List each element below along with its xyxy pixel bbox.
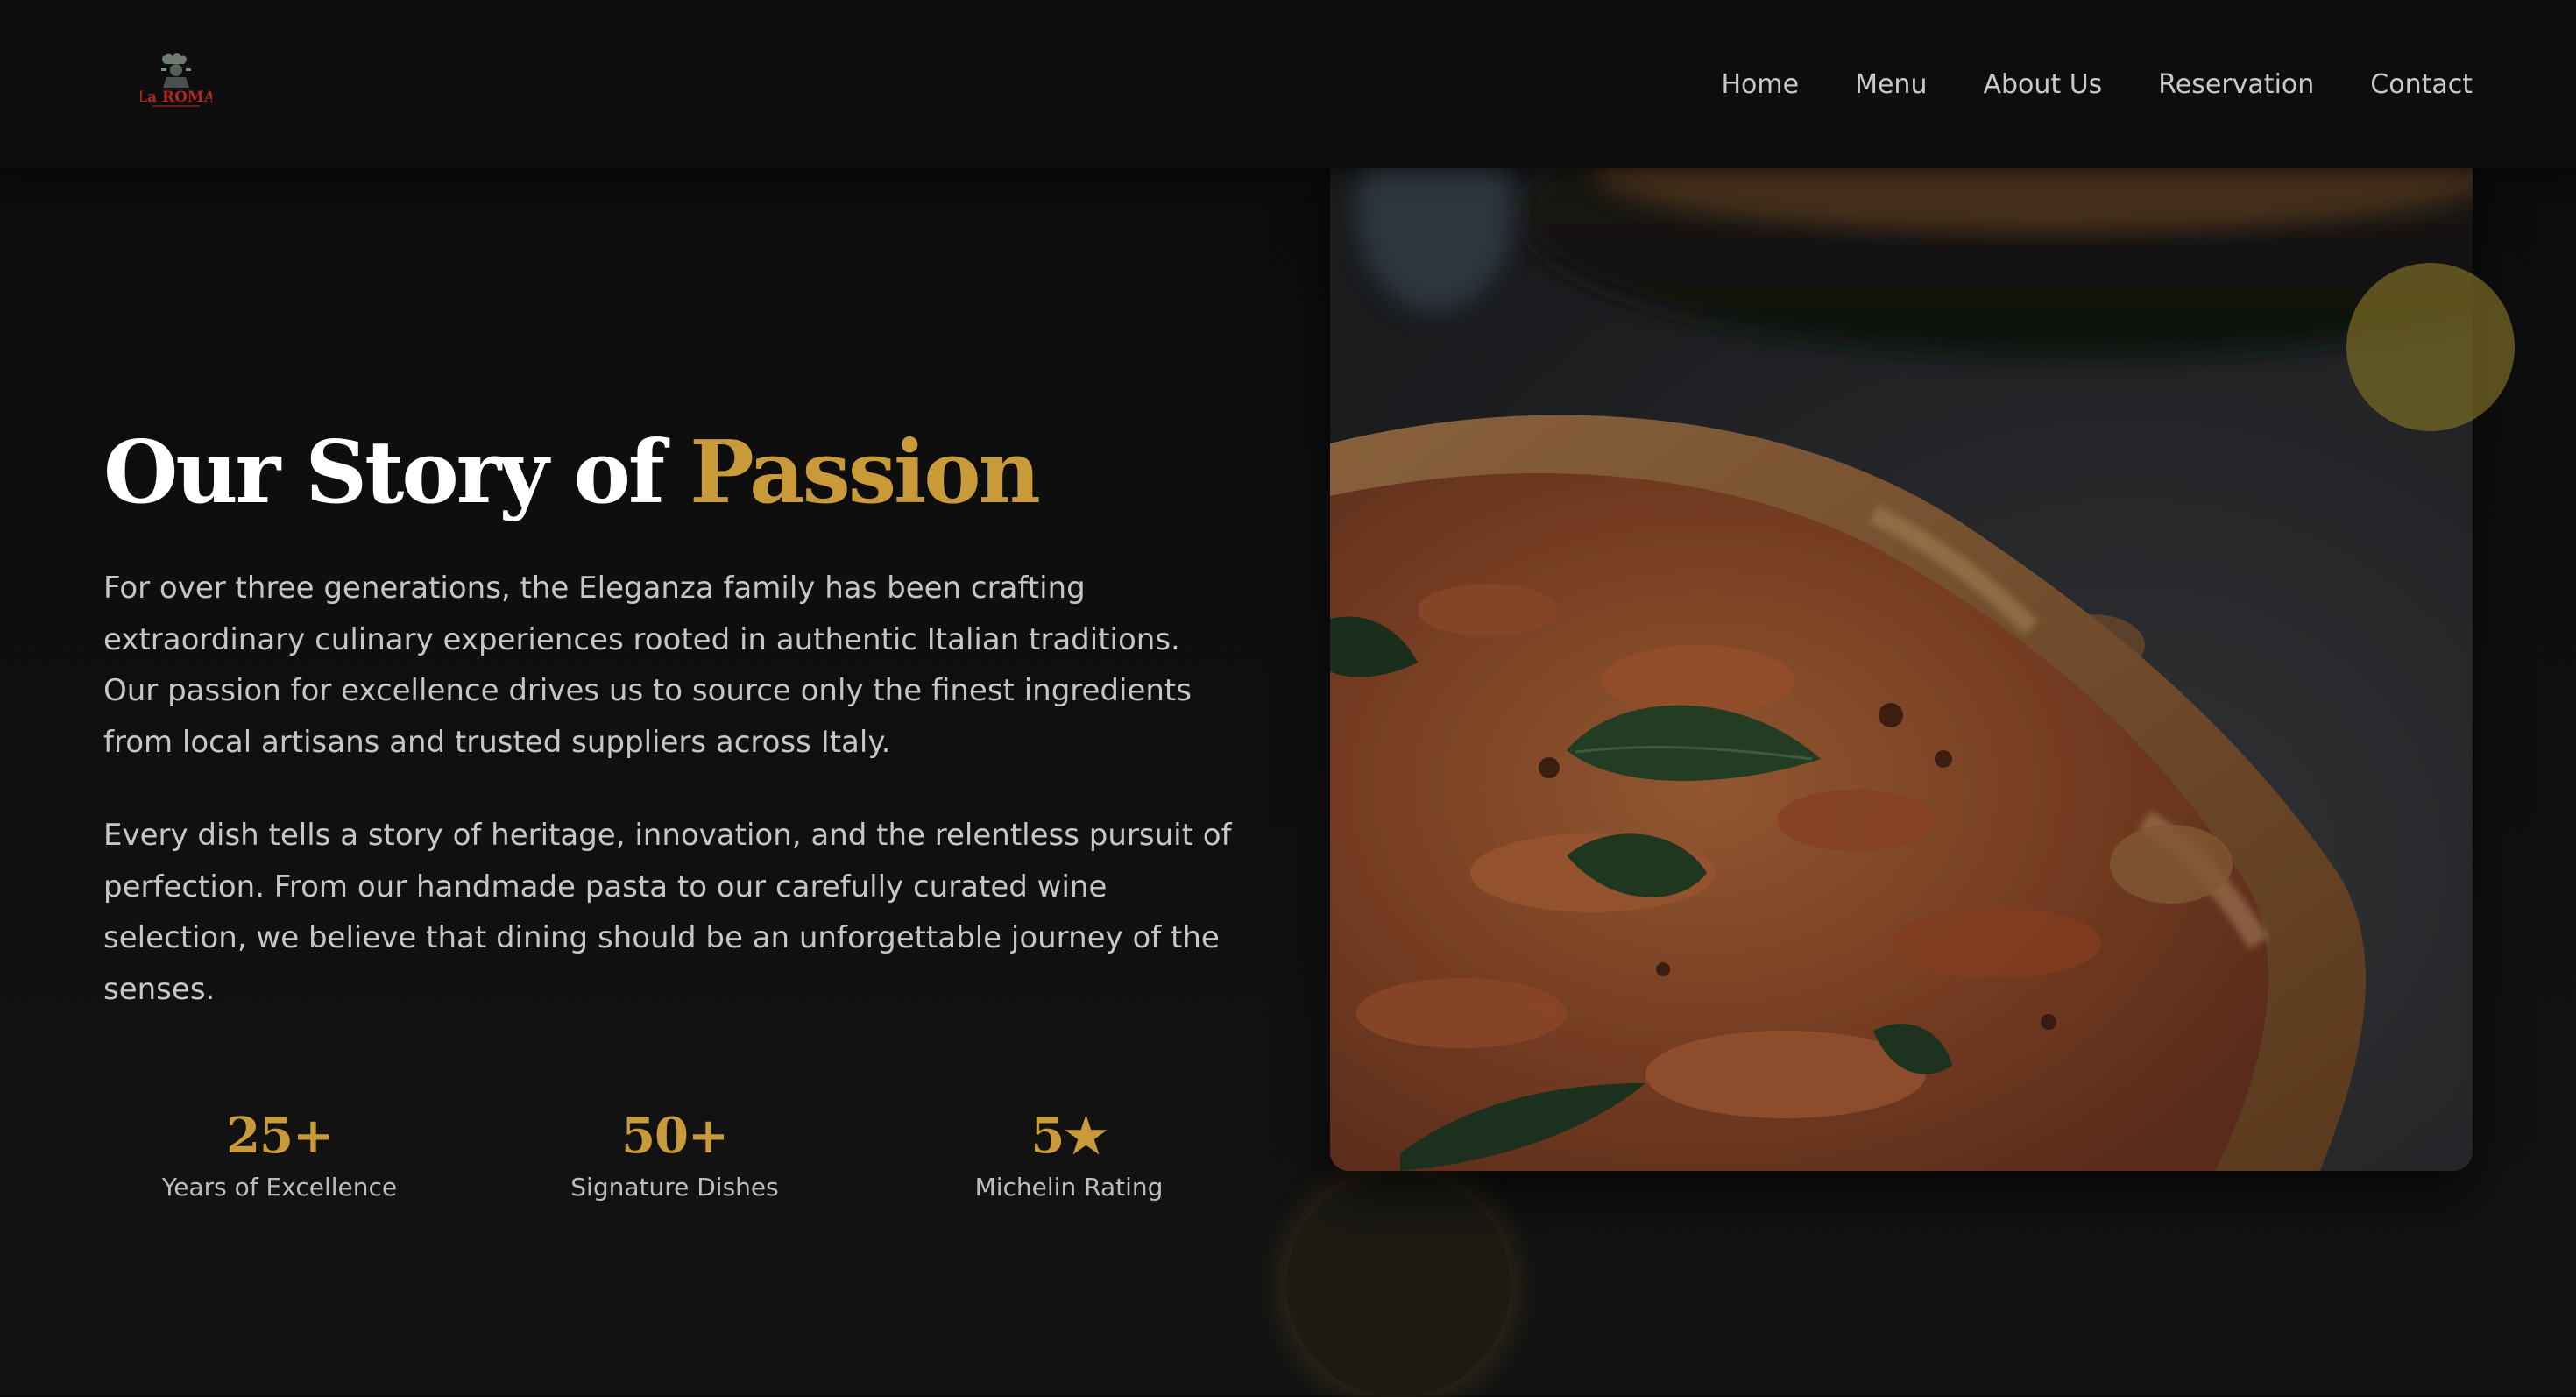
- stat-dishes: 50+ Signature Dishes: [517, 1107, 832, 1202]
- stat-label: Michelin Rating: [974, 1172, 1164, 1202]
- nav-about-us[interactable]: About Us: [1983, 69, 2102, 100]
- logo[interactable]: La ROMA: [137, 51, 216, 112]
- stat-label: Years of Excellence: [161, 1172, 398, 1202]
- nav-menu[interactable]: Menu: [1855, 69, 1927, 100]
- stat-label: Signature Dishes: [570, 1172, 779, 1202]
- stat-value: 25+: [226, 1107, 334, 1165]
- decorative-circle: [2346, 263, 2515, 431]
- stat-rating: 5★ Michelin Rating: [911, 1107, 1227, 1202]
- story-paragraph-2: Every dish tells a story of heritage, in…: [103, 818, 1232, 1007]
- stat-value: 5★: [1030, 1107, 1108, 1165]
- decorative-circle: [1286, 1173, 1511, 1397]
- page-title-accent: Passion: [690, 422, 1041, 523]
- logo-text: La ROMA: [140, 89, 212, 106]
- stat-years: 25+ Years of Excellence: [122, 1107, 437, 1202]
- page-title-main: Our Story of: [103, 422, 665, 523]
- main-nav: Home Menu About Us Reservation Contact: [1722, 0, 2473, 168]
- nav-reservation[interactable]: Reservation: [2158, 69, 2314, 100]
- nav-home[interactable]: Home: [1722, 69, 1800, 100]
- site-header: La ROMA Home Menu About Us Reservation C…: [0, 0, 2576, 168]
- page-title: Our Story of Passion: [103, 426, 1041, 521]
- pizza-illustration: [1330, 154, 2473, 1171]
- story-paragraph-1: For over three generations, the Eleganza…: [103, 571, 1192, 760]
- pizza-image: [1330, 154, 2473, 1171]
- stat-value: 50+: [621, 1107, 729, 1165]
- logo-icon: La ROMA: [137, 53, 216, 107]
- nav-contact[interactable]: Contact: [2370, 69, 2473, 100]
